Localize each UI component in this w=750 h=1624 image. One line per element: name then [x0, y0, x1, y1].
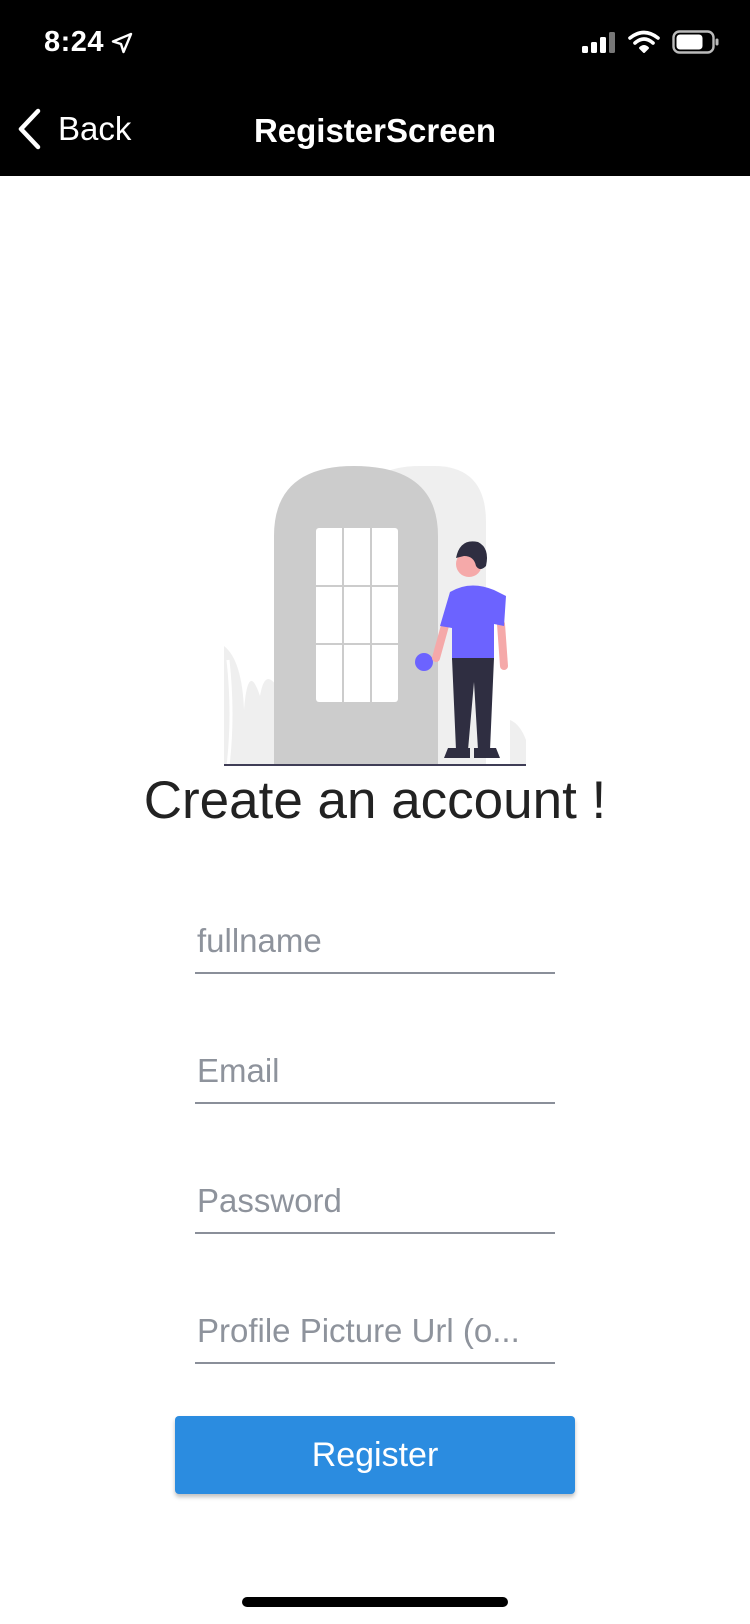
email-input[interactable] [195, 1048, 555, 1104]
status-time: 8:24 [44, 26, 134, 59]
door-person-illustration [224, 466, 526, 766]
wifi-icon [628, 30, 660, 53]
location-arrow-icon [111, 32, 133, 53]
cellular-signal-icon [582, 32, 615, 53]
header: 8:24 Back RegisterScreen [0, 0, 750, 176]
profile-picture-url-input[interactable] [195, 1308, 555, 1364]
status-icons [582, 30, 720, 54]
nav-title: RegisterScreen [253, 112, 497, 149]
status-time-text: 8:24 [44, 26, 105, 58]
register-screen: 8:24 Back RegisterScreen Create an accou… [0, 0, 750, 1624]
register-button[interactable]: Register [175, 1416, 575, 1494]
battery-icon [672, 30, 719, 54]
fullname-input[interactable] [195, 918, 555, 974]
page-title: Create an account ! [143, 771, 607, 830]
home-indicator [242, 1597, 508, 1607]
password-input[interactable] [195, 1178, 555, 1234]
